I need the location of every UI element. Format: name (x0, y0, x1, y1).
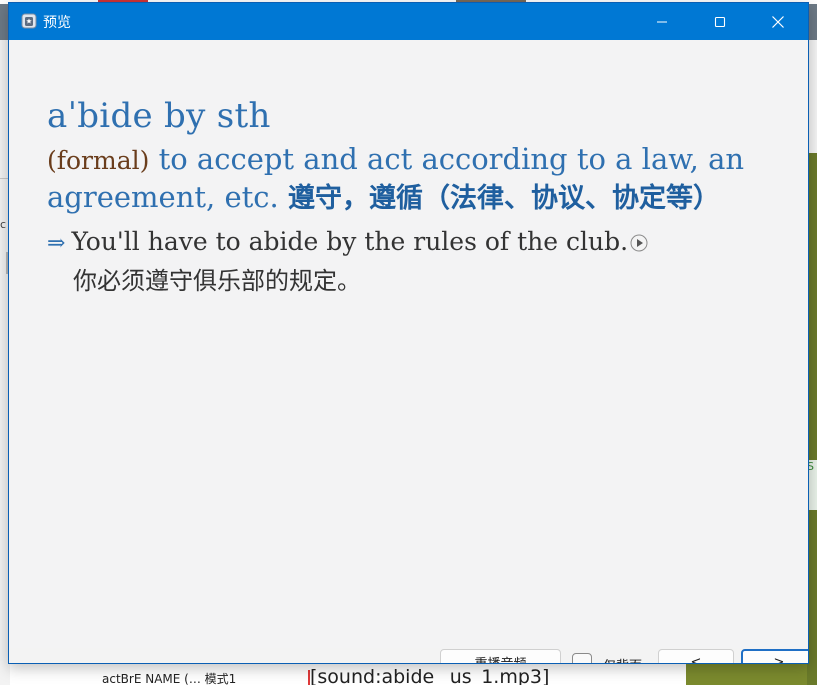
background-sound-field-text: [sound:abide _us_1.mp3] (310, 666, 550, 685)
minimize-button[interactable] (639, 3, 685, 40)
maximize-button[interactable] (697, 3, 743, 40)
previous-button[interactable]: < (658, 649, 734, 663)
example-english: You'll have to abide by the rules of the… (71, 227, 629, 256)
definition: (formal) to accept and act according to … (47, 141, 787, 217)
example-arrow-icon: ⇒ (47, 231, 66, 256)
minimize-icon (656, 16, 668, 28)
example-sentence: ⇒ You'll have to abide by the rules of th… (47, 224, 787, 262)
back-only-checkbox[interactable] (572, 653, 592, 663)
close-button[interactable] (755, 3, 801, 40)
preview-window: 预览 aˈbide by sth (formal) to accept and (8, 2, 809, 664)
background-app-bottom-strip: actBrE NAME (… 模式1 [sound:abide _us_1.mp… (10, 662, 807, 685)
card-preview-area: aˈbide by sth (formal) to accept and act… (9, 40, 808, 648)
window-title: 预览 (43, 15, 71, 31)
title-bar[interactable]: 预览 (9, 3, 808, 40)
headword: aˈbide by sth (47, 96, 271, 136)
close-icon (771, 15, 785, 29)
anki-app-icon (21, 13, 37, 29)
background-app-bottom-image (686, 662, 807, 685)
maximize-icon (714, 16, 726, 28)
replay-audio-button[interactable]: 重播音频 (440, 649, 561, 663)
definition-chinese: 遵守，遵循（法律、协议、协定等） (287, 183, 720, 214)
play-audio-button[interactable] (630, 226, 648, 252)
back-only-label: 仅背面 (603, 655, 642, 663)
play-audio-icon (630, 234, 648, 252)
next-button[interactable]: > (741, 649, 808, 663)
example-chinese: 你必须遵守俱乐部的规定。 (73, 267, 361, 295)
register-label: (formal) (47, 146, 150, 175)
background-field-name-text: actBrE NAME (… 模式1 (102, 672, 237, 685)
background-left-fragment-text: c (0, 218, 7, 231)
